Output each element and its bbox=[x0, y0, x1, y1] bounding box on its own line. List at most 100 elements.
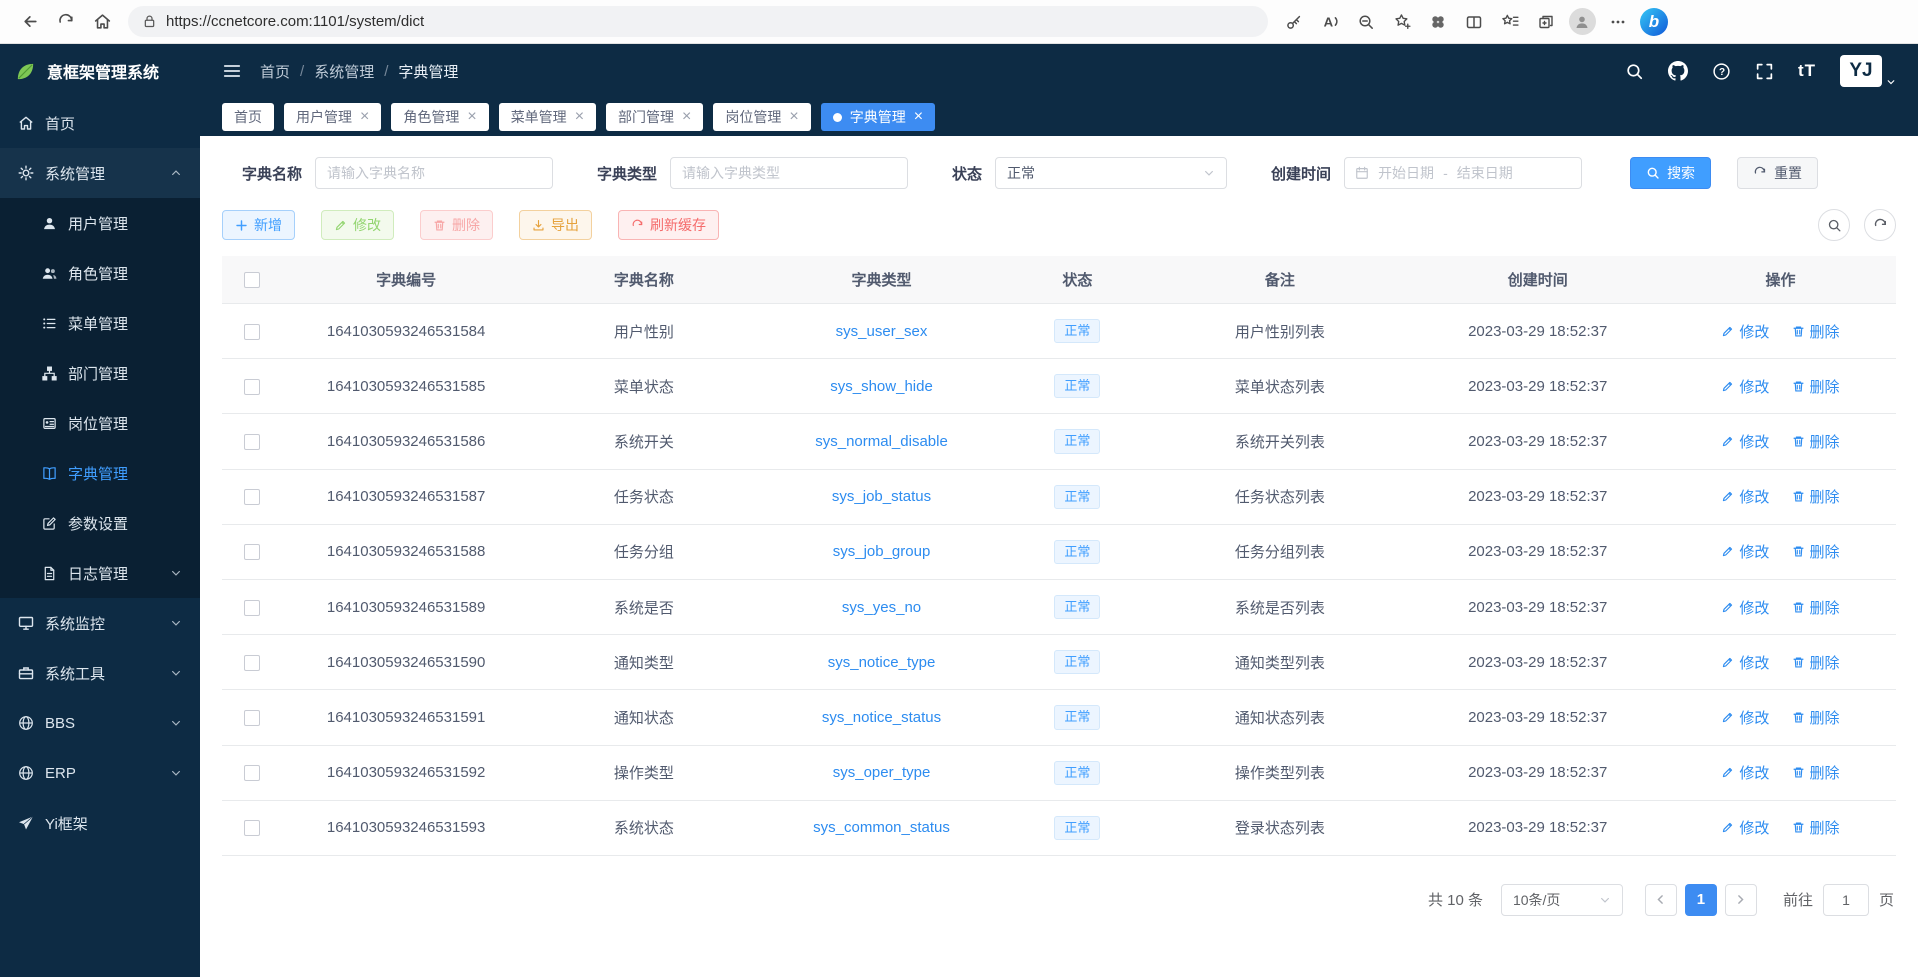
prev-page-button[interactable] bbox=[1645, 884, 1677, 916]
next-page-button[interactable] bbox=[1725, 884, 1757, 916]
sidebar-item-param-settings[interactable]: 参数设置 bbox=[0, 498, 200, 548]
sidebar-item-role-mgmt[interactable]: 角色管理 bbox=[0, 248, 200, 298]
goto-page-input[interactable] bbox=[1823, 884, 1869, 916]
tab-menu-mgmt[interactable]: 菜单管理× bbox=[499, 103, 596, 131]
row-checkbox[interactable] bbox=[244, 600, 260, 616]
row-delete-link[interactable]: 删除 bbox=[1792, 707, 1840, 728]
row-edit-link[interactable]: 修改 bbox=[1721, 597, 1769, 618]
extensions-button[interactable] bbox=[1420, 5, 1456, 39]
collections-button[interactable] bbox=[1528, 5, 1564, 39]
dict-type-link[interactable]: sys_common_status bbox=[813, 819, 950, 836]
dict-type-link[interactable]: sys_notice_type bbox=[828, 654, 936, 671]
row-delete-link[interactable]: 删除 bbox=[1792, 431, 1840, 452]
row-edit-link[interactable]: 修改 bbox=[1721, 486, 1769, 507]
breadcrumb-home[interactable]: 首页 bbox=[260, 61, 290, 82]
split-screen-button[interactable] bbox=[1456, 5, 1492, 39]
dict-type-link[interactable]: sys_user_sex bbox=[836, 323, 928, 340]
breadcrumb-system-mgmt[interactable]: 系统管理 bbox=[314, 61, 374, 82]
sidebar-toggle-button[interactable] bbox=[222, 61, 242, 81]
row-delete-link[interactable]: 删除 bbox=[1792, 652, 1840, 673]
zoom-out-button[interactable] bbox=[1348, 5, 1384, 39]
tab-post-mgmt[interactable]: 岗位管理× bbox=[713, 103, 810, 131]
row-delete-link[interactable]: 删除 bbox=[1792, 376, 1840, 397]
sidebar-item-bbs[interactable]: BBS bbox=[0, 698, 200, 748]
bing-button[interactable]: b bbox=[1636, 5, 1672, 39]
tab-role-mgmt[interactable]: 角色管理× bbox=[391, 103, 488, 131]
dict-name-input[interactable] bbox=[315, 157, 553, 189]
sidebar-item-erp[interactable]: ERP bbox=[0, 748, 200, 798]
help-button[interactable]: ? bbox=[1712, 62, 1731, 81]
row-checkbox[interactable] bbox=[244, 765, 260, 781]
tab-close-icon[interactable]: × bbox=[682, 109, 691, 125]
row-edit-link[interactable]: 修改 bbox=[1721, 321, 1769, 342]
tab-close-icon[interactable]: × bbox=[789, 109, 798, 125]
page-1-button[interactable]: 1 bbox=[1685, 884, 1717, 916]
row-delete-link[interactable]: 删除 bbox=[1792, 541, 1840, 562]
row-delete-link[interactable]: 删除 bbox=[1792, 597, 1840, 618]
sidebar-item-log-mgmt[interactable]: 日志管理 bbox=[0, 548, 200, 598]
sidebar-item-post-mgmt[interactable]: 岗位管理 bbox=[0, 398, 200, 448]
date-range-picker[interactable]: 开始日期 - 结束日期 bbox=[1344, 157, 1582, 189]
browser-refresh-button[interactable] bbox=[48, 5, 84, 39]
favorites-button[interactable] bbox=[1492, 5, 1528, 39]
row-delete-link[interactable]: 删除 bbox=[1792, 817, 1840, 838]
sidebar-item-dict-mgmt[interactable]: 字典管理 bbox=[0, 448, 200, 498]
profile-button[interactable] bbox=[1564, 5, 1600, 39]
add-favorite-button[interactable] bbox=[1384, 5, 1420, 39]
tab-user-mgmt[interactable]: 用户管理× bbox=[284, 103, 381, 131]
dict-type-link[interactable]: sys_normal_disable bbox=[815, 433, 948, 450]
tab-close-icon[interactable]: × bbox=[914, 109, 923, 125]
dict-type-link[interactable]: sys_oper_type bbox=[833, 764, 931, 781]
tab-dept-mgmt[interactable]: 部门管理× bbox=[606, 103, 703, 131]
row-edit-link[interactable]: 修改 bbox=[1721, 431, 1769, 452]
row-checkbox[interactable] bbox=[244, 655, 260, 671]
sidebar-item-dept-mgmt[interactable]: 部门管理 bbox=[0, 348, 200, 398]
address-bar[interactable]: https://ccnetcore.com:1101/system/dict bbox=[128, 6, 1268, 37]
row-checkbox[interactable] bbox=[244, 434, 260, 450]
edit-button[interactable]: 修改 bbox=[321, 210, 394, 240]
tab-close-icon[interactable]: × bbox=[360, 109, 369, 125]
page-size-select[interactable]: 10条/页 bbox=[1501, 884, 1623, 916]
row-delete-link[interactable]: 删除 bbox=[1792, 762, 1840, 783]
status-select[interactable]: 正常 bbox=[995, 157, 1227, 189]
header-search-button[interactable] bbox=[1625, 62, 1644, 81]
row-checkbox[interactable] bbox=[244, 489, 260, 505]
dict-type-link[interactable]: sys_yes_no bbox=[842, 599, 921, 616]
sidebar-item-system-mgmt[interactable]: 系统管理 bbox=[0, 148, 200, 198]
dict-type-link[interactable]: sys_show_hide bbox=[830, 378, 933, 395]
browser-more-button[interactable] bbox=[1600, 5, 1636, 39]
refresh-cache-button[interactable]: 刷新缓存 bbox=[618, 210, 719, 240]
tab-dict-mgmt[interactable]: 字典管理× bbox=[821, 103, 935, 131]
row-delete-link[interactable]: 删除 bbox=[1792, 321, 1840, 342]
dict-type-link[interactable]: sys_job_status bbox=[832, 488, 931, 505]
sidebar-item-home[interactable]: 首页 bbox=[0, 98, 200, 148]
reset-button[interactable]: 重置 bbox=[1737, 157, 1818, 189]
search-button[interactable]: 搜索 bbox=[1630, 157, 1711, 189]
delete-button[interactable]: 删除 bbox=[420, 210, 493, 240]
app-logo[interactable]: 意框架管理系统 bbox=[0, 44, 200, 98]
select-all-checkbox[interactable] bbox=[244, 272, 260, 288]
sidebar-item-user-mgmt[interactable]: 用户管理 bbox=[0, 198, 200, 248]
row-edit-link[interactable]: 修改 bbox=[1721, 376, 1769, 397]
tab-close-icon[interactable]: × bbox=[467, 109, 476, 125]
password-key-button[interactable] bbox=[1276, 5, 1312, 39]
sidebar-item-yi-framework[interactable]: Yi框架 bbox=[0, 798, 200, 848]
sidebar-item-system-tools[interactable]: 系统工具 bbox=[0, 648, 200, 698]
row-edit-link[interactable]: 修改 bbox=[1721, 707, 1769, 728]
row-edit-link[interactable]: 修改 bbox=[1721, 817, 1769, 838]
row-edit-link[interactable]: 修改 bbox=[1721, 541, 1769, 562]
browser-home-button[interactable] bbox=[84, 5, 120, 39]
row-edit-link[interactable]: 修改 bbox=[1721, 762, 1769, 783]
row-delete-link[interactable]: 删除 bbox=[1792, 486, 1840, 507]
export-button[interactable]: 导出 bbox=[519, 210, 592, 240]
refresh-table-button[interactable] bbox=[1864, 209, 1896, 241]
read-aloud-button[interactable]: A bbox=[1312, 5, 1348, 39]
toggle-search-button[interactable] bbox=[1818, 209, 1850, 241]
row-checkbox[interactable] bbox=[244, 820, 260, 836]
add-button[interactable]: 新增 bbox=[222, 210, 295, 240]
sidebar-item-system-monitor[interactable]: 系统监控 bbox=[0, 598, 200, 648]
user-menu[interactable]: YJ bbox=[1840, 55, 1896, 87]
dict-type-link[interactable]: sys_job_group bbox=[833, 543, 931, 560]
tab-home[interactable]: 首页 bbox=[222, 103, 274, 131]
row-edit-link[interactable]: 修改 bbox=[1721, 652, 1769, 673]
